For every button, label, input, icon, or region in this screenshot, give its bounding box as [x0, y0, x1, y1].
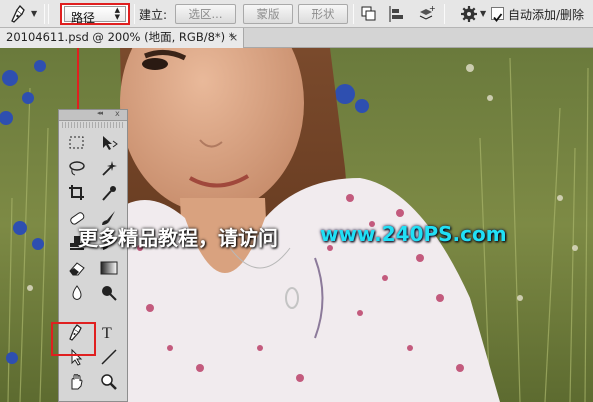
close-panel-icon[interactable]: x [115, 109, 120, 118]
document-tab[interactable]: 20104611.psd @ 200% (地面, RGB/8*) * × [0, 28, 244, 48]
separator [44, 4, 45, 24]
checkmark-icon [493, 13, 503, 22]
move-tool-icon[interactable] [95, 131, 123, 155]
dodge-tool-icon[interactable] [95, 281, 123, 305]
pen-tool-highlight [51, 322, 96, 356]
type-tool-glyph: T [102, 325, 112, 341]
blur-tool-icon[interactable] [63, 281, 91, 305]
auto-add-delete-label: 自动添加/删除 [508, 8, 585, 22]
watermark-url: www.240PS.com [320, 222, 507, 246]
select-arrows-icon: ▲ ▼ [114, 6, 120, 21]
path-arrangement-icon[interactable]: + [416, 4, 436, 24]
path-operations-icon[interactable] [359, 4, 379, 24]
lasso-tool-icon[interactable] [63, 156, 91, 180]
document-title: 20104611.psd @ 200% (地面, RGB/8*) * [6, 30, 235, 44]
magic-wand-tool-icon[interactable] [95, 156, 123, 180]
tools-panel: ◂◂ x T [58, 109, 128, 402]
auto-add-delete-checkbox[interactable] [491, 7, 504, 22]
collapse-panel-icon[interactable]: ◂◂ [97, 109, 103, 117]
separator [353, 4, 354, 24]
panel-grip[interactable] [62, 122, 124, 128]
eraser-tool-icon[interactable] [63, 256, 91, 280]
eyedropper-tool-icon[interactable] [95, 181, 123, 205]
make-shape-button[interactable]: 形状 [298, 4, 348, 24]
separator [444, 4, 445, 24]
tool-preset-caret-icon[interactable]: ▼ [31, 9, 37, 18]
svg-text:+: + [429, 4, 436, 13]
tool-mode-select[interactable]: 路径 ▲ ▼ [60, 3, 130, 25]
pen-tool-icon[interactable] [8, 4, 30, 24]
path-alignment-icon[interactable] [387, 4, 407, 24]
line-tool-icon[interactable] [95, 345, 123, 369]
tools-panel-header[interactable]: ◂◂ x [59, 109, 127, 121]
hand-tool-icon[interactable] [63, 370, 91, 394]
crop-tool-icon[interactable] [63, 181, 91, 205]
marquee-tool-icon[interactable] [63, 131, 91, 155]
make-selection-button[interactable]: 选区... [175, 4, 236, 24]
make-label: 建立: [139, 8, 168, 22]
zoom-tool-icon[interactable] [95, 370, 123, 394]
gear-caret-icon[interactable]: ▼ [480, 9, 486, 18]
close-tab-icon[interactable]: × [229, 28, 238, 47]
tool-mode-value: 路径 [71, 11, 96, 25]
type-tool-icon[interactable]: T [95, 320, 123, 344]
options-bar: ▼ 路径 ▲ ▼ 建立: 选区... 蒙版 形状 + ▼ 自动添加/删除 [0, 0, 593, 28]
separator [48, 4, 49, 24]
separator [134, 4, 135, 24]
document-tab-bar: 20104611.psd @ 200% (地面, RGB/8*) * × [0, 28, 593, 48]
gear-icon[interactable] [459, 4, 479, 24]
gradient-tool-icon[interactable] [95, 256, 123, 280]
make-mask-button[interactable]: 蒙版 [243, 4, 293, 24]
watermark-text: 更多精品教程，请访问 [78, 226, 278, 250]
